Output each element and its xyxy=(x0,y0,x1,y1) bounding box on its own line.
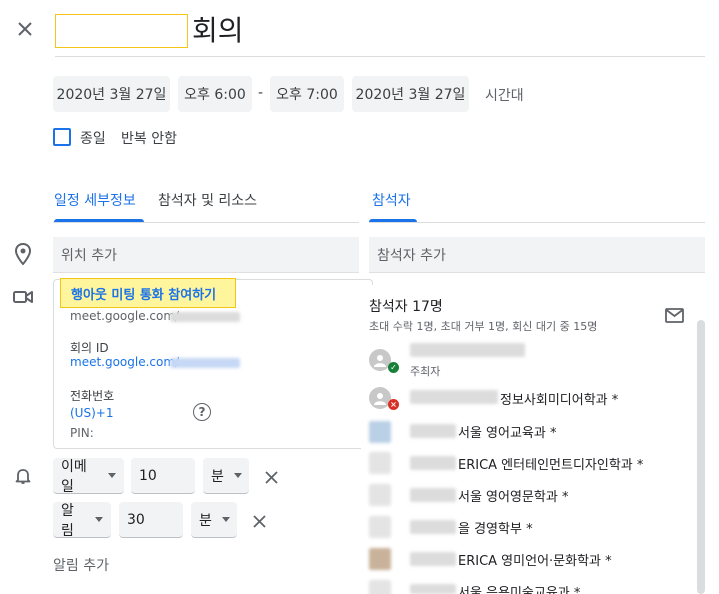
repeat-dropdown[interactable]: 반복 안함 xyxy=(121,128,177,148)
organizer-label: 주최자 xyxy=(410,365,441,378)
meeting-id-label: 회의 ID xyxy=(70,341,109,355)
guest-name-redacted xyxy=(410,584,456,594)
close-icon xyxy=(253,515,266,528)
tabs-divider-right xyxy=(369,222,705,223)
guest-name-redacted xyxy=(410,424,456,438)
notification-unit-2: 분 xyxy=(199,512,212,529)
notification-unit-select-2[interactable]: 분 xyxy=(191,502,237,538)
end-time-button[interactable]: 오후 7:00 xyxy=(270,76,344,112)
chevron-down-icon xyxy=(95,517,103,522)
notification-value-input-2[interactable]: 30 xyxy=(119,502,183,538)
avatar xyxy=(369,516,391,538)
start-date-button[interactable]: 2020년 3월 27일 xyxy=(53,76,170,112)
chevron-down-icon xyxy=(108,473,116,478)
email-icon xyxy=(665,308,684,323)
guest-name[interactable]: 정보사회미디어학과 * xyxy=(500,389,618,408)
meet-link[interactable]: meet.google.com/ xyxy=(70,309,179,323)
meet-link-redacted xyxy=(170,312,240,322)
avatar xyxy=(369,580,391,594)
notification-type-1: 이메일 xyxy=(61,458,87,495)
guest-name[interactable]: 서울 영어영문학과 * xyxy=(458,486,568,505)
guest-response-summary: 초대 수락 1명, 초대 거부 1명, 회신 대기 중 15명 xyxy=(369,320,598,333)
guest-name[interactable]: 서울 영어교육과 * xyxy=(458,422,557,441)
remove-notification-2-button[interactable] xyxy=(253,513,266,532)
remove-notification-1-button[interactable] xyxy=(265,469,278,488)
notification-unit-select-1[interactable]: 분 xyxy=(203,458,249,494)
chevron-down-icon xyxy=(221,517,230,522)
add-guests-input[interactable]: 참석자 추가 xyxy=(369,237,705,273)
guest-name[interactable]: ERICA 엔터테인먼트디자인학과 * xyxy=(458,454,643,473)
phone-label: 전화번호 xyxy=(70,389,115,403)
location-pin-icon xyxy=(14,242,32,269)
guest-count: 참석자 17명 xyxy=(369,299,443,315)
guest-name-redacted xyxy=(410,552,456,566)
guest-name-redacted xyxy=(410,520,456,534)
notification-value-input-1[interactable]: 10 xyxy=(131,458,195,494)
event-title[interactable]: 회의 xyxy=(192,12,244,50)
all-day-label[interactable]: 종일 xyxy=(80,128,106,148)
guest-name-redacted xyxy=(410,488,456,502)
end-date-button[interactable]: 2020년 3월 27일 xyxy=(352,76,469,112)
notification-unit-1: 분 xyxy=(211,468,224,485)
avatar xyxy=(369,421,391,443)
close-button[interactable] xyxy=(10,14,40,44)
avatar xyxy=(369,452,391,474)
guest-name[interactable]: 서울 응용미술교육과 * xyxy=(458,582,580,594)
tab-guests-resources[interactable]: 참석자 및 리소스 xyxy=(158,180,257,220)
email-guests-button[interactable] xyxy=(665,308,684,327)
guest-list-scrollbar[interactable] xyxy=(697,320,705,594)
phone-number[interactable]: (US)+1 xyxy=(70,406,113,420)
video-camera-icon xyxy=(13,289,33,309)
guest-name-redacted xyxy=(410,343,525,357)
close-icon xyxy=(18,22,32,36)
chevron-down-icon xyxy=(233,473,242,478)
accepted-check-icon: ✓ xyxy=(388,362,399,373)
avatar xyxy=(369,548,391,570)
guest-name-redacted xyxy=(410,456,456,470)
all-day-checkbox[interactable] xyxy=(53,128,71,146)
tabs-divider-left xyxy=(53,222,359,223)
notification-type-2: 알림 xyxy=(61,502,74,539)
title-input-redacted[interactable] xyxy=(55,14,188,48)
title-underline xyxy=(55,56,705,57)
avatar xyxy=(369,484,391,506)
notification-type-select-2[interactable]: 알림 xyxy=(53,502,111,539)
close-icon xyxy=(265,471,278,484)
declined-x-icon: × xyxy=(388,399,399,410)
help-icon[interactable]: ? xyxy=(193,403,211,421)
guest-name-redacted xyxy=(410,390,498,404)
bell-icon xyxy=(15,467,31,489)
guest-name[interactable]: ERICA 영미언어·문화학과 * xyxy=(458,550,612,569)
join-meet-button[interactable]: 행아웃 미팅 통화 참여하기 xyxy=(60,278,236,308)
notification-type-select-1[interactable]: 이메일 xyxy=(53,458,124,495)
pin-label: PIN: xyxy=(70,426,94,440)
tab-guests[interactable]: 참석자 xyxy=(372,180,411,220)
meeting-id-redacted xyxy=(170,358,240,368)
time-separator: - xyxy=(258,85,264,101)
timezone-button[interactable]: 시간대 xyxy=(485,85,524,105)
guest-name[interactable]: 을 경영학부 * xyxy=(458,518,533,537)
meeting-id-link[interactable]: meet.google.com/ xyxy=(70,355,179,369)
add-notification-button[interactable]: 알림 추가 xyxy=(53,555,109,575)
location-input[interactable]: 위치 추가 xyxy=(53,237,359,273)
tab-event-details[interactable]: 일정 세부정보 xyxy=(54,180,136,220)
start-time-button[interactable]: 오후 6:00 xyxy=(178,76,252,112)
